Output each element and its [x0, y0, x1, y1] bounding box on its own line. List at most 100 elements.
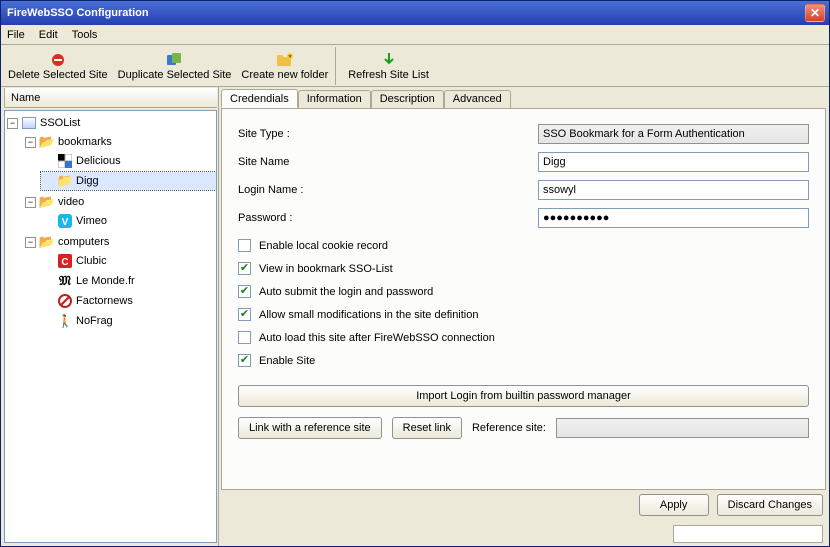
- tree-item-clubic[interactable]: C Clubic: [41, 252, 216, 270]
- checkbox-modif[interactable]: [238, 308, 251, 321]
- tab-advanced[interactable]: Advanced: [444, 90, 511, 109]
- reset-link-button[interactable]: Reset link: [392, 417, 462, 439]
- refresh-icon: [382, 51, 396, 69]
- expander-icon[interactable]: −: [7, 118, 18, 129]
- checkbox-autoload[interactable]: [238, 331, 251, 344]
- tree-item-label: Clubic: [76, 255, 107, 267]
- checkbox-enable[interactable]: [238, 354, 251, 367]
- toolbar-delete-label: Delete Selected Site: [8, 69, 108, 81]
- tree-item-label: Factornews: [76, 295, 133, 307]
- checkbox-submit[interactable]: [238, 285, 251, 298]
- toolbar-refresh-label: Refresh Site List: [348, 69, 429, 81]
- new-folder-icon: ★: [276, 51, 294, 69]
- tab-information[interactable]: Information: [298, 90, 371, 109]
- checkbox-view-label: View in bookmark SSO-List: [259, 263, 393, 275]
- login-name-label: Login Name :: [238, 184, 538, 196]
- clubic-icon: C: [57, 253, 73, 269]
- vimeo-icon: V: [57, 213, 73, 229]
- tree-item-nofrag[interactable]: 🚶 NoFrag: [41, 312, 216, 330]
- tree-folder-label: computers: [58, 236, 109, 248]
- checkbox-enable-label: Enable Site: [259, 355, 315, 367]
- checkbox-cookie-label: Enable local cookie record: [259, 240, 388, 252]
- tree-header-label: Name: [11, 92, 40, 104]
- content-area: Credendials Information Description Adva…: [219, 87, 829, 546]
- tree-item-label: Delicious: [76, 155, 121, 167]
- checkbox-modif-label: Allow small modifications in the site de…: [259, 309, 479, 321]
- status-bar-field: [673, 525, 823, 543]
- sidebar: Name − SSOList − 📂 bookmark: [1, 87, 219, 546]
- tree-item-label: Vimeo: [76, 215, 107, 227]
- database-icon: [21, 115, 37, 131]
- tab-description[interactable]: Description: [371, 90, 444, 109]
- svg-text:C: C: [61, 257, 68, 268]
- site-name-input[interactable]: [538, 152, 809, 172]
- tree-item-label: NoFrag: [76, 315, 113, 327]
- password-input[interactable]: [538, 208, 809, 228]
- nofrag-icon: 🚶: [57, 313, 73, 329]
- folder-icon: 📂: [39, 134, 55, 150]
- tree-item-delicious[interactable]: Delicious: [41, 152, 216, 170]
- menu-bar: File Edit Tools: [1, 25, 829, 45]
- delicious-icon: [57, 153, 73, 169]
- toolbar-delete[interactable]: Delete Selected Site: [3, 47, 113, 85]
- tree-root[interactable]: − SSOList: [5, 114, 216, 132]
- menu-edit[interactable]: Edit: [39, 29, 58, 41]
- expander-icon[interactable]: −: [25, 237, 36, 248]
- tree-folder-label: bookmarks: [58, 136, 112, 148]
- site-icon: 📁: [57, 173, 73, 189]
- checkbox-autoload-label: Auto load this site after FireWebSSO con…: [259, 332, 495, 344]
- duplicate-icon: [166, 51, 184, 69]
- tree-header[interactable]: Name: [4, 88, 217, 108]
- menu-tools[interactable]: Tools: [72, 29, 98, 41]
- lemonde-icon: 𝔐: [57, 273, 73, 289]
- close-button[interactable]: ✕: [805, 4, 825, 22]
- password-label: Password :: [238, 212, 538, 224]
- tree-folder-video[interactable]: − 📂 video: [23, 193, 216, 211]
- tree[interactable]: − SSOList − 📂 bookmarks: [4, 110, 217, 543]
- folder-icon: 📂: [39, 194, 55, 210]
- tree-item-factornews[interactable]: Factornews: [41, 292, 216, 310]
- link-reference-button[interactable]: Link with a reference site: [238, 417, 382, 439]
- factornews-icon: [57, 293, 73, 309]
- tree-item-lemonde[interactable]: 𝔐 Le Monde.fr: [41, 272, 216, 290]
- tab-page-credentials: Site Type : SSO Bookmark for a Form Auth…: [221, 108, 826, 490]
- tree-root-label: SSOList: [40, 117, 80, 129]
- toolbar-new-folder-label: Create new folder: [241, 69, 328, 81]
- tab-credentials[interactable]: Credendials: [221, 89, 298, 108]
- svg-text:V: V: [62, 217, 69, 228]
- apply-button[interactable]: Apply: [639, 494, 709, 516]
- reference-site-label: Reference site:: [472, 422, 546, 434]
- window-title: FireWebSSO Configuration: [7, 7, 805, 19]
- tree-folder-bookmarks[interactable]: − 📂 bookmarks: [23, 133, 216, 151]
- checkbox-view[interactable]: [238, 262, 251, 275]
- tree-item-digg[interactable]: 📁 Digg: [41, 172, 216, 190]
- tree-item-label: Le Monde.fr: [76, 275, 135, 287]
- menu-file[interactable]: File: [7, 29, 25, 41]
- delete-icon: [50, 51, 66, 69]
- expander-icon[interactable]: −: [25, 137, 36, 148]
- site-name-label: Site Name: [238, 156, 538, 168]
- checkbox-submit-label: Auto submit the login and password: [259, 286, 433, 298]
- login-name-input[interactable]: [538, 180, 809, 200]
- import-login-button[interactable]: Import Login from builtin password manag…: [238, 385, 809, 407]
- svg-text:★: ★: [287, 53, 292, 60]
- tree-folder-label: video: [58, 196, 84, 208]
- toolbar-separator: [335, 47, 341, 85]
- reference-site-dropdown[interactable]: [556, 418, 809, 438]
- tree-item-vimeo[interactable]: V Vimeo: [41, 212, 216, 230]
- tree-folder-computers[interactable]: − 📂 computers: [23, 233, 216, 251]
- toolbar: Delete Selected Site Duplicate Selected …: [1, 45, 829, 87]
- toolbar-refresh[interactable]: Refresh Site List: [343, 47, 434, 85]
- close-icon: ✕: [810, 6, 820, 20]
- site-type-value: SSO Bookmark for a Form Authentication: [538, 124, 809, 144]
- toolbar-new-folder[interactable]: ★ Create new folder: [236, 47, 333, 85]
- site-type-label: Site Type :: [238, 128, 538, 140]
- folder-icon: 📂: [39, 234, 55, 250]
- tab-strip: Credendials Information Description Adva…: [221, 89, 826, 108]
- tree-item-label: Digg: [76, 175, 99, 187]
- discard-button[interactable]: Discard Changes: [717, 494, 823, 516]
- toolbar-duplicate[interactable]: Duplicate Selected Site: [113, 47, 237, 85]
- title-bar: FireWebSSO Configuration ✕: [1, 1, 829, 25]
- checkbox-cookie[interactable]: [238, 239, 251, 252]
- expander-icon[interactable]: −: [25, 197, 36, 208]
